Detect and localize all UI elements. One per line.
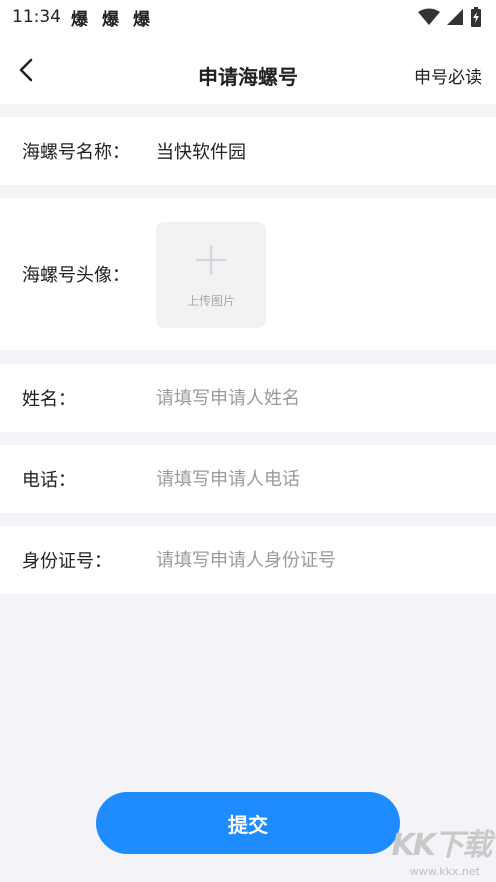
notification-icon: 爆	[102, 9, 119, 30]
watermark: KK下载 www.kkx.net	[372, 820, 492, 878]
watermark-url: www.kkx.net	[409, 865, 480, 878]
notification-icon: 爆	[71, 9, 88, 30]
name-row: 海螺号名称： 当快软件园	[0, 117, 496, 185]
avatar-label: 海螺号头像：	[22, 265, 130, 286]
name-label: 海螺号名称：	[22, 142, 130, 163]
id-number-input[interactable]	[156, 540, 466, 580]
avatar-upload-button[interactable]: 上传图片	[156, 222, 266, 328]
name-value: 当快软件园	[156, 142, 246, 163]
submit-button[interactable]: 提交	[96, 792, 400, 854]
phone-input[interactable]	[156, 459, 466, 499]
plus-icon	[196, 245, 226, 275]
application-guide-link[interactable]: 申号必读	[414, 63, 482, 88]
navigation-bar: 申请海螺号 申号必读	[0, 34, 496, 104]
watermark-logo: KK下载	[391, 828, 492, 863]
status-time: 11:34	[12, 7, 61, 27]
id-number-label: 身份证号：	[22, 551, 112, 572]
upload-image-label: 上传图片	[186, 294, 235, 308]
wifi-icon	[418, 8, 440, 25]
applicant-name-label: 姓名：	[22, 389, 76, 410]
status-icons	[418, 7, 482, 27]
battery-icon	[471, 7, 481, 27]
phone-row: 电话：	[0, 445, 496, 513]
status-bar: 11:34 爆 爆 爆	[0, 0, 496, 34]
applicant-name-row: 姓名：	[0, 364, 496, 432]
applicant-name-input[interactable]	[156, 378, 466, 418]
phone-label: 电话：	[22, 470, 76, 491]
avatar-row: 海螺号头像： 上传图片	[0, 198, 496, 350]
id-number-row: 身份证号：	[0, 526, 496, 594]
notification-icon: 爆	[133, 9, 150, 30]
signal-icon	[447, 9, 463, 25]
